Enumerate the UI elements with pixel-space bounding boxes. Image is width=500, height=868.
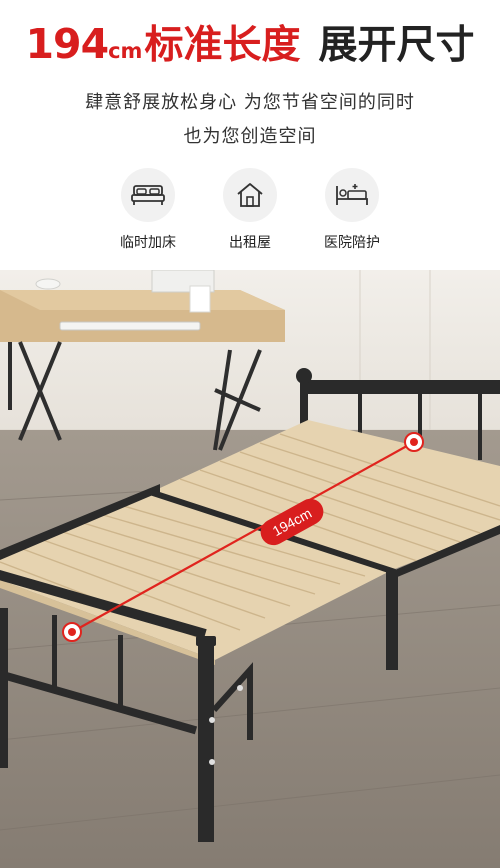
use-case-rental-room: 出租屋 [210,168,290,258]
use-case-label: 出租屋 [229,235,271,251]
use-case-list: 临时加床 出租屋 医院陪护 [0,168,500,258]
use-case-label: 医院陪护 [324,235,380,251]
headline: 194 cm 标准长度 展开尺寸 [0,14,500,68]
length-number: 194 [25,20,110,68]
subtitle-line-1: 肆意舒展放松身心 为您节省空间的同时 [85,92,415,113]
product-photo: 194cm [0,270,500,868]
hospital-bed-icon [325,168,379,222]
use-case-label: 临时加床 [120,235,176,251]
subtitle-line-2: 也为您创造空间 [183,126,317,147]
bed-icon [121,168,175,222]
use-case-extra-bed: 临时加床 [108,168,188,258]
standard-length-text: 标准长度 [144,23,301,68]
house-icon [223,168,277,222]
use-case-hospital-care: 医院陪护 [312,168,392,258]
length-unit: cm [108,39,143,63]
unfolded-size-text: 展开尺寸 [318,23,475,68]
